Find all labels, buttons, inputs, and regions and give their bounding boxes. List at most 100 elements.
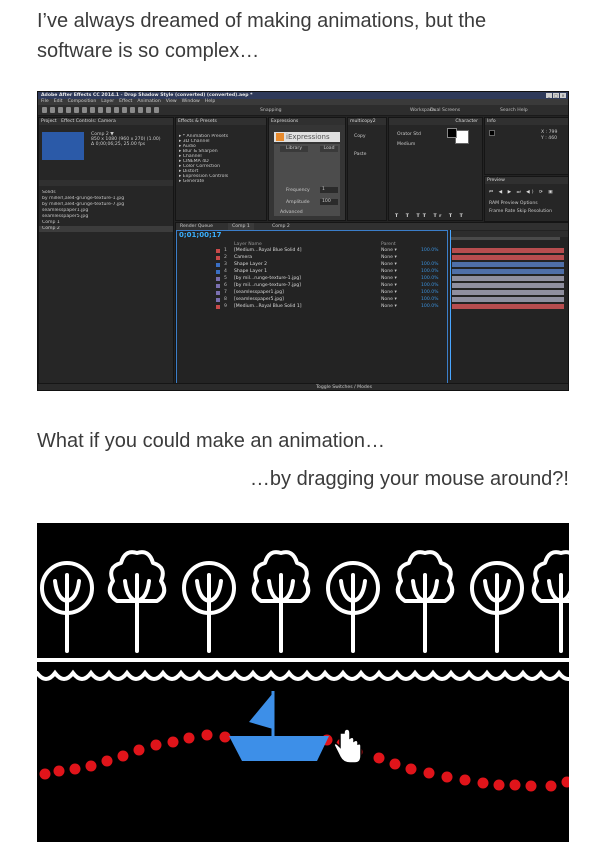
ae-character-tab: Character (389, 118, 482, 125)
layer-mode[interactable]: None ▾ (381, 255, 397, 261)
ae-status-bar: Toggle Switches / Modes (38, 383, 568, 390)
ae-stroke-color-swatch[interactable] (447, 128, 457, 138)
ae-layer-duration-bar[interactable] (452, 262, 564, 267)
ae-search-help: Search Help (500, 108, 528, 113)
ae-amplitude-input[interactable]: 100 (320, 199, 338, 205)
ae-toolbar: Snapping Workspace: Dual Screens Search … (38, 105, 568, 116)
shape-tool-icon (98, 107, 103, 113)
ae-frequency-input[interactable]: 1 (320, 187, 338, 193)
ae-render-queue-tab[interactable]: Render Queue (180, 223, 213, 230)
ae-layer-row[interactable]: 1 [Medium...Royal Blue Solid 4] None ▾ 100.… (176, 248, 448, 254)
ae-layer-duration-bar[interactable] (452, 255, 564, 260)
ae-parent-header: Parent (381, 242, 396, 247)
layer-name: [Medium...Royal Blue Solid 1] (234, 304, 302, 309)
layer-number: 8 (224, 297, 227, 302)
stamp-tool-icon (130, 107, 135, 113)
ae-preview-controls[interactable]: ⏮ ◀ ▶ ⏭ ◀) ⟳ ▣ (489, 189, 555, 195)
ae-info-panel: Info X : 799 Y : 460 (484, 117, 568, 175)
ae-layer-row[interactable]: 4 Shape Layer 1 None ▾ 100.0% (176, 269, 448, 275)
ae-comp2-tab[interactable]: Comp 2 (272, 223, 290, 230)
path-dot (561, 776, 569, 788)
layer-mode[interactable]: None ▾ (381, 248, 397, 254)
layer-name: Shape Layer 2 (234, 262, 268, 267)
layer-color-label (216, 249, 220, 253)
layer-mode[interactable]: None ▾ (381, 304, 397, 310)
layer-mode[interactable]: None ▾ (381, 269, 397, 275)
layer-number: 6 (224, 283, 227, 288)
ae-layer-duration-bar[interactable] (452, 248, 564, 253)
layer-opacity: 100.0% (421, 290, 439, 295)
animation-canvas[interactable] (37, 523, 569, 842)
layer-opacity: 100.0% (421, 262, 439, 267)
type-tool-icon (114, 107, 119, 113)
ae-amplitude-label: Amplitude (286, 200, 310, 205)
bushy-tree-icon (531, 550, 569, 653)
layer-mode[interactable]: None ▾ (381, 290, 397, 296)
ae-layer-duration-bar[interactable] (452, 276, 564, 281)
ae-fill-color-swatch[interactable] (455, 130, 469, 144)
layer-number: 4 (224, 269, 227, 274)
rotate-tool-icon (74, 107, 79, 113)
ae-layer-name-header: Layer Name (234, 242, 262, 247)
ae-layer-duration-bar[interactable] (452, 304, 564, 309)
layer-name: [by mil...runge-texture-7.jpg] (234, 283, 301, 288)
expressions-logo-icon (276, 133, 284, 141)
path-dot (117, 750, 129, 762)
ae-library-button[interactable]: Library (280, 146, 308, 152)
ae-comp1-tab[interactable]: Comp 1 (228, 223, 254, 230)
ae-layer-row[interactable]: 6 [by mil...runge-texture-7.jpg] None ▾ 100… (176, 283, 448, 289)
layer-number: 3 (224, 262, 227, 267)
ae-layer-row[interactable]: 2 Camera None ▾ (176, 255, 448, 261)
ae-layer-duration-bar[interactable] (452, 283, 564, 288)
layer-name: Shape Layer 1 (234, 269, 268, 274)
hand-tool-icon (58, 107, 63, 113)
ae-layer-duration-bar[interactable] (452, 290, 564, 295)
ae-type-styles: T T TT Tr T T (395, 214, 466, 219)
ae-workspace-value: Dual Screens (430, 108, 461, 113)
ae-timecode[interactable]: 0;01;00;17 (179, 231, 222, 239)
path-dot (219, 731, 231, 743)
ae-copy-button[interactable]: Copy (354, 134, 366, 139)
layer-opacity: 100.0% (421, 283, 439, 288)
close-icon: × (560, 93, 566, 98)
layer-mode[interactable]: None ▾ (381, 283, 397, 289)
ae-info-x: X : 799 (541, 130, 558, 135)
ae-layer-row[interactable]: 8 [seamlesspaper5.jpg] None ▾ 100.0% (176, 297, 448, 303)
round-tree-icon (40, 561, 94, 653)
layer-mode[interactable]: None ▾ (381, 262, 397, 268)
layer-color-label (216, 305, 220, 309)
layer-name: [seamlesspaper5.jpg] (234, 297, 284, 302)
layer-color-label (216, 270, 220, 274)
layer-mode[interactable]: None ▾ (381, 297, 397, 303)
ae-paste-button[interactable]: Paste (354, 152, 366, 157)
ae-layer-duration-bar[interactable] (452, 297, 564, 302)
ae-frequency-label: Frequency (286, 188, 310, 193)
ae-effects-panel: Effects & Presets ▸ * Animation Presets ▸… (175, 117, 267, 221)
layer-mode[interactable]: None ▾ (381, 276, 397, 282)
ae-advanced-label[interactable]: Advanced (280, 210, 303, 215)
ae-load-button[interactable]: Load (320, 146, 338, 152)
round-tree-icon (182, 561, 236, 653)
ae-work-area-bar[interactable] (450, 237, 560, 240)
ae-playhead[interactable] (450, 230, 451, 380)
boat-sail-icon (249, 693, 273, 729)
ae-frame-rate-label: Frame Rate Skip Resolution (489, 209, 552, 214)
brush-tool-icon (122, 107, 127, 113)
ae-toggle-switches[interactable]: Toggle Switches / Modes (316, 384, 372, 390)
ae-project-item[interactable]: Comp 2 (39, 226, 173, 232)
ae-layer-row[interactable]: 7 [seamlesspaper1.jpg] None ▾ 100.0% (176, 290, 448, 296)
path-dot (477, 777, 489, 789)
ae-ram-preview[interactable]: RAM Preview Options (489, 201, 538, 206)
ae-font-style[interactable]: Medium (397, 142, 415, 147)
ae-layer-row[interactable]: 9 [Medium...Royal Blue Solid 1] None ▾ 100.… (176, 304, 448, 310)
ae-font-name[interactable]: Orator Std (397, 132, 421, 137)
intro-line-1: I’ve always dreamed of making animations… (37, 10, 487, 32)
bushy-tree-icon (251, 550, 311, 653)
puppet-tool-icon (154, 107, 159, 113)
ae-layer-row[interactable]: 3 Shape Layer 2 None ▾ 100.0% (176, 262, 448, 268)
after-effects-screenshot: Adobe After Effects CC 2014.1 - Drop Sha… (37, 91, 569, 391)
ae-layer-row[interactable]: 5 [by mil...runge-texture-1.jpg] None ▾ 100… (176, 276, 448, 282)
ae-effect-category[interactable]: ▸ Generate (176, 179, 266, 184)
ae-project-search (39, 180, 173, 186)
ae-layer-duration-bar[interactable] (452, 269, 564, 274)
